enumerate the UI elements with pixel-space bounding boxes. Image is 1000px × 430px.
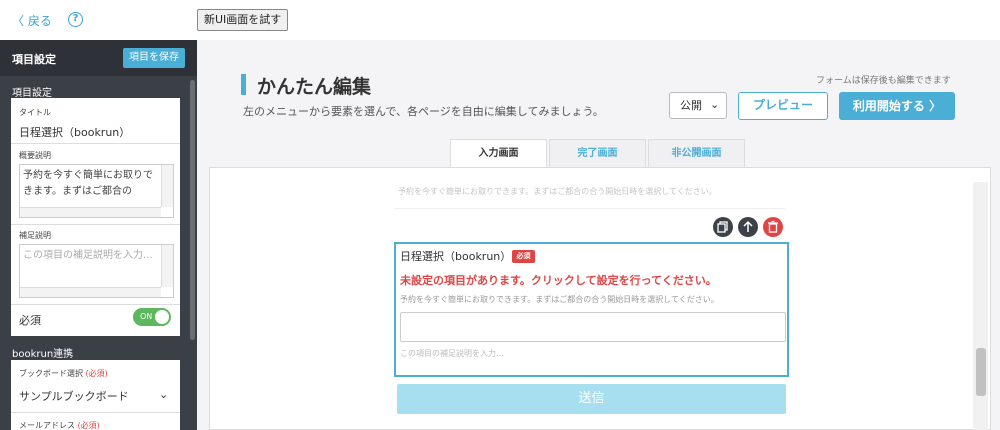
divider <box>11 304 180 305</box>
top-bar: 〈 戻る ? 新UI画面を試す <box>0 0 1000 40</box>
supplement-textarea[interactable]: この項目の補足説明を入力... <box>19 244 174 298</box>
sidebar-title: 項目設定 <box>12 53 56 66</box>
required-toggle[interactable]: ON <box>133 308 171 326</box>
submit-button[interactable]: 送信 <box>397 384 786 414</box>
summary-text: 予約を今すぐ簡単にお取りできます。まずはご都合の <box>23 170 153 197</box>
supplement-placeholder: この項目の補足説明を入力... <box>23 250 153 261</box>
preview-button[interactable]: プレビュー <box>738 92 828 120</box>
chevron-right-icon: 〉 <box>929 99 942 113</box>
toggle-knob <box>155 310 169 324</box>
divider <box>11 143 180 144</box>
settings-sidebar: 項目設定 項目を保存 項目設定 タイトル 日程選択（bookrun） 概要説明 … <box>0 40 197 430</box>
email-label: メールアドレス (必須) <box>19 420 100 430</box>
title-accent-bar <box>241 74 246 95</box>
error-message: 未設定の項目があります。クリックして設定を行ってください。 <box>400 274 717 287</box>
summary-textarea[interactable]: 予約を今すぐ簡単にお取りできます。まずはご都合の <box>19 164 174 218</box>
textarea-hscrollbar[interactable] <box>20 287 161 297</box>
textarea-scrollbar[interactable] <box>161 165 173 207</box>
bookboard-select[interactable]: サンプルブックボード <box>19 388 129 404</box>
textarea-hscrollbar[interactable] <box>20 207 161 217</box>
required-mark: (必須) <box>85 369 108 378</box>
trash-icon[interactable] <box>763 217 783 237</box>
textarea-scrollbar[interactable] <box>161 245 173 287</box>
start-using-button[interactable]: 利用開始する 〉 <box>839 92 955 120</box>
bookboard-label: ブックボード選択 (必須) <box>19 368 108 379</box>
field-textarea[interactable] <box>400 312 786 342</box>
bookboard-label-text: ブックボード選択 <box>19 369 83 378</box>
help-icon[interactable]: ? <box>68 12 83 27</box>
canvas-scroll-thumb[interactable] <box>976 348 986 396</box>
start-using-label: 利用開始する <box>852 99 925 113</box>
save-item-button[interactable]: 項目を保存 <box>123 48 185 68</box>
item-settings-panel: タイトル 日程選択（bookrun） 概要説明 予約を今すぐ簡単にお取りできます… <box>11 98 180 336</box>
previous-field-description: 予約を今すぐ簡単にお取りできます。まずはご都合の合う開始日時を選択してください。 <box>398 187 717 196</box>
copy-icon[interactable] <box>713 217 733 237</box>
supplement-label: 補足説明 <box>19 231 51 240</box>
try-new-ui-button[interactable]: 新UI画面を試す <box>197 9 289 31</box>
chevron-down-icon: ⌄ <box>710 98 720 111</box>
section-item-settings: 項目設定 <box>12 88 52 99</box>
tab-complete-screen[interactable]: 完了画面 <box>549 139 646 167</box>
required-badge: 必須 <box>512 250 535 263</box>
email-label-text: メールアドレス <box>19 421 75 430</box>
tab-input-screen[interactable]: 入力画面 <box>450 139 547 167</box>
divider <box>11 412 180 413</box>
field-supplement: この項目の補足説明を入力... <box>400 349 504 358</box>
title-field[interactable]: 日程選択（bookrun） <box>19 124 130 140</box>
selected-field[interactable]: 日程選択（bookrun） 必須 未設定の項目があります。クリックして設定を行っ… <box>394 242 789 377</box>
title-label: タイトル <box>19 108 51 117</box>
page-description: 左のメニューから要素を選んで、各ページを自由に編集してみましょう。 <box>243 105 604 118</box>
toggle-state: ON <box>140 312 153 321</box>
sidebar-scrollbar[interactable] <box>190 80 195 340</box>
chevron-down-icon[interactable]: ⌄ <box>159 388 168 401</box>
back-link[interactable]: 〈 戻る <box>12 12 52 29</box>
required-mark: (必須) <box>77 421 100 430</box>
visibility-value: 公開 <box>680 99 702 112</box>
field-description: 予約を今すぐ簡単にお取りできます。まずはご都合の合う開始日時を選択してください。 <box>400 295 719 304</box>
divider <box>11 224 180 225</box>
tab-private-screen[interactable]: 非公開画面 <box>648 139 745 167</box>
page-title: かんたん編集 <box>257 76 372 98</box>
sidebar-header: 項目設定 項目を保存 <box>0 40 197 76</box>
visibility-select[interactable]: 公開 ⌄ <box>669 92 727 119</box>
section-bookrun: bookrun連携 <box>12 349 74 360</box>
bookrun-panel: ブックボード選択 (必須) サンプルブックボード ⌄ メールアドレス (必須) <box>11 360 180 430</box>
arrow-up-icon[interactable] <box>738 217 758 237</box>
required-label: 必須 <box>19 314 41 327</box>
field-title: 日程選択（bookrun） <box>400 250 512 263</box>
edit-note: フォームは保存後も編集できます <box>816 76 951 86</box>
summary-label: 概要説明 <box>19 151 51 160</box>
